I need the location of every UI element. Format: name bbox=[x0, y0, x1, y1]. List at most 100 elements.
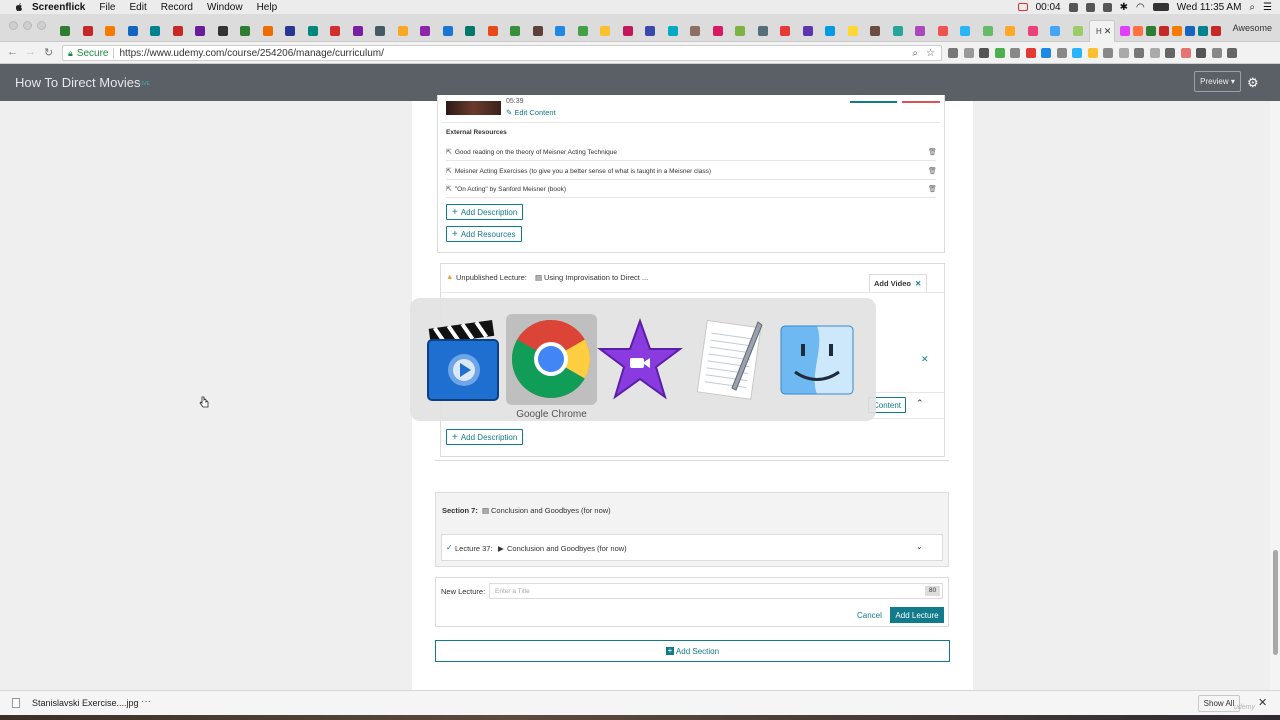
lecture-title-input[interactable]: Enter a Title 80 bbox=[489, 583, 943, 599]
download-options-button[interactable]: ··· bbox=[141, 696, 151, 707]
status-icon[interactable] bbox=[1085, 2, 1095, 12]
chevron-up-icon[interactable]: ⌃ bbox=[916, 398, 924, 409]
browser-tab[interactable] bbox=[532, 22, 543, 39]
menu-clock[interactable]: Wed 11:35 AM bbox=[1177, 2, 1242, 13]
browser-tab[interactable] bbox=[262, 22, 273, 39]
section-title[interactable]: Conclusion and Goodbyes (for now) bbox=[491, 506, 611, 515]
app-menu-screenflick[interactable]: Screenflick bbox=[32, 2, 85, 13]
browser-tab[interactable] bbox=[307, 22, 318, 39]
extension-icon[interactable] bbox=[963, 48, 974, 58]
browser-tab[interactable] bbox=[240, 22, 250, 39]
browser-tab[interactable] bbox=[735, 22, 745, 39]
browser-tab[interactable] bbox=[577, 22, 588, 39]
browser-tab[interactable] bbox=[510, 22, 520, 39]
browser-tab[interactable] bbox=[127, 22, 138, 39]
browser-tab[interactable] bbox=[1172, 22, 1182, 39]
browser-tab[interactable] bbox=[870, 22, 880, 39]
window-close-button[interactable] bbox=[9, 21, 18, 30]
browser-tab[interactable] bbox=[105, 22, 115, 39]
resource-title[interactable]: Meisner Acting Exercises (to give you a … bbox=[455, 168, 711, 175]
finder-icon[interactable] bbox=[779, 324, 855, 396]
edit-content-link[interactable]: ✎ Edit Content bbox=[506, 108, 556, 117]
browser-tab[interactable] bbox=[1072, 22, 1083, 39]
browser-tab[interactable] bbox=[375, 22, 385, 39]
lecture-thumbnail[interactable] bbox=[446, 101, 501, 115]
browser-tab[interactable] bbox=[712, 22, 723, 39]
extension-icon[interactable] bbox=[1118, 48, 1129, 58]
browser-tab[interactable] bbox=[285, 22, 295, 39]
browser-tab[interactable] bbox=[82, 22, 93, 39]
textedit-icon[interactable] bbox=[692, 318, 768, 402]
add-section-button[interactable]: + Add Section bbox=[435, 640, 950, 662]
wifi-icon[interactable]: ◠ bbox=[1136, 2, 1145, 13]
close-icon[interactable]: ✕ bbox=[921, 354, 929, 365]
file-icon[interactable] bbox=[12, 698, 20, 708]
lock-icon[interactable] bbox=[1102, 2, 1112, 12]
extension-icon[interactable] bbox=[1010, 48, 1020, 58]
browser-tab[interactable] bbox=[937, 22, 948, 39]
delete-button-edge[interactable] bbox=[902, 101, 940, 103]
resource-title[interactable]: "On Acting" by Sanford Meisner (book) bbox=[455, 186, 566, 193]
apple-icon[interactable] bbox=[14, 2, 24, 12]
extension-icon[interactable] bbox=[979, 48, 989, 58]
browser-tab[interactable] bbox=[1159, 22, 1169, 39]
add-description-button[interactable]: + Add Description bbox=[446, 204, 524, 220]
resource-item[interactable]: ⇱ Meisner Acting Exercises (to give you a… bbox=[446, 167, 711, 176]
browser-tab[interactable] bbox=[1133, 22, 1143, 39]
browser-tab[interactable] bbox=[667, 22, 678, 39]
browser-tab[interactable] bbox=[1050, 22, 1060, 39]
extension-icon[interactable] bbox=[1134, 48, 1144, 58]
forward-icon[interactable]: → bbox=[25, 46, 36, 58]
extension-icon[interactable] bbox=[1180, 48, 1191, 58]
browser-tab[interactable] bbox=[465, 22, 475, 39]
imovie-icon[interactable] bbox=[597, 318, 683, 402]
tab-active[interactable]: H ✕ bbox=[1089, 20, 1116, 42]
chevron-down-icon[interactable]: ⌄ bbox=[916, 542, 923, 551]
trash-icon[interactable]: 🗑︎ bbox=[928, 148, 937, 156]
browser-tab[interactable] bbox=[1146, 22, 1156, 39]
resource-item[interactable]: ⇱ "On Acting" by Sanford Meisner (book) bbox=[446, 185, 566, 194]
close-icon[interactable]: ✕ bbox=[915, 279, 921, 288]
trash-icon[interactable]: 🗑︎ bbox=[928, 167, 937, 175]
browser-tab[interactable] bbox=[1027, 22, 1038, 39]
battery-icon[interactable] bbox=[1152, 3, 1169, 11]
browser-tab[interactable] bbox=[847, 22, 858, 39]
menu-record[interactable]: Record bbox=[161, 2, 193, 13]
browser-tab[interactable] bbox=[757, 22, 768, 39]
resource-title[interactable]: Good reading on the theory of Meisner Ac… bbox=[455, 149, 617, 156]
preview-button[interactable]: Preview ▾ bbox=[1194, 71, 1241, 92]
browser-tab[interactable] bbox=[60, 22, 70, 39]
browser-tab[interactable] bbox=[150, 22, 160, 39]
window-zoom-button[interactable] bbox=[37, 21, 46, 30]
menu-help[interactable]: Help bbox=[257, 2, 278, 13]
extension-icon[interactable] bbox=[1165, 48, 1175, 58]
close-downloads-icon[interactable]: ✕ bbox=[1258, 696, 1267, 709]
browser-tab[interactable] bbox=[1198, 22, 1208, 39]
menu-window[interactable]: Window bbox=[207, 2, 243, 13]
star-icon[interactable]: ☆ bbox=[926, 48, 935, 59]
browser-tab[interactable] bbox=[172, 22, 183, 39]
course-title[interactable]: How To Direct Movies bbox=[15, 75, 140, 90]
extension-icon[interactable] bbox=[994, 48, 1005, 58]
profile-name[interactable]: Awesome bbox=[1233, 23, 1272, 33]
browser-tab[interactable] bbox=[330, 22, 340, 39]
scrollbar-thumb[interactable] bbox=[1273, 550, 1278, 655]
browser-tab[interactable] bbox=[825, 22, 835, 39]
notification-icon[interactable]: ☰ bbox=[1263, 2, 1272, 13]
menu-edit[interactable]: Edit bbox=[130, 2, 147, 13]
extension-icon[interactable] bbox=[1227, 48, 1237, 58]
browser-tab[interactable] bbox=[915, 22, 925, 39]
gear-icon[interactable]: ⚙ bbox=[1247, 75, 1259, 91]
back-icon[interactable]: ← bbox=[7, 46, 18, 58]
browser-tab[interactable] bbox=[195, 22, 205, 39]
browser-tab[interactable] bbox=[780, 22, 790, 39]
status-icon[interactable] bbox=[1068, 2, 1078, 12]
close-tab-icon[interactable]: ✕ bbox=[1104, 26, 1112, 37]
screenflick-icon[interactable] bbox=[424, 316, 502, 404]
browser-tab[interactable] bbox=[802, 22, 813, 39]
add-video-tab[interactable]: Add Video ✕ bbox=[869, 274, 927, 292]
browser-tab[interactable] bbox=[217, 22, 228, 39]
extension-icon[interactable] bbox=[1025, 48, 1036, 58]
reload-icon[interactable]: ↻ bbox=[44, 46, 53, 59]
bluetooth-icon[interactable]: ✱ bbox=[1120, 2, 1128, 13]
